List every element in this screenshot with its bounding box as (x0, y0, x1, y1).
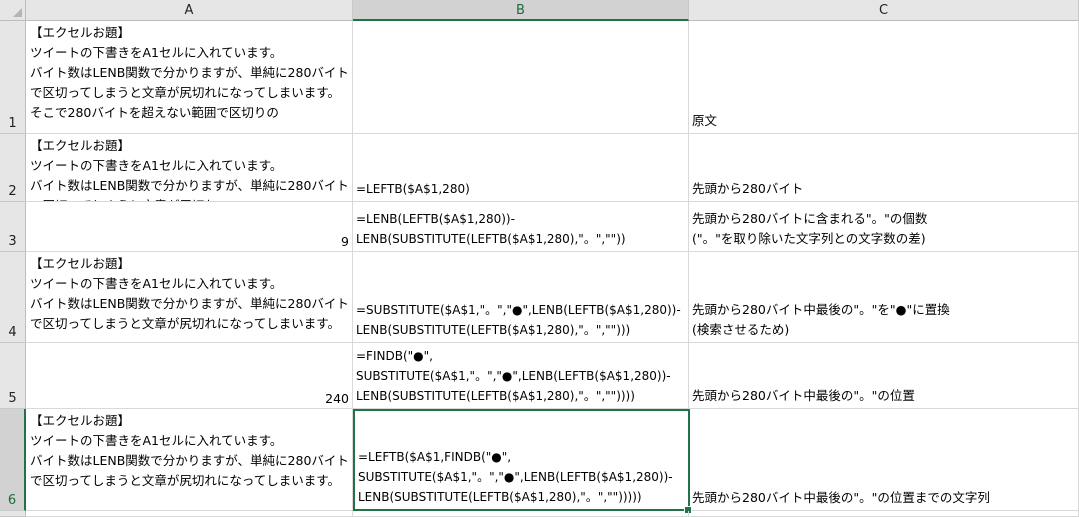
cell-text: 原文 (692, 113, 718, 128)
cell-c4[interactable]: 先頭から280バイト中最後の"。"を"●"に置換 (検索させるため) (689, 252, 1079, 343)
cell-text: 先頭から280バイト (692, 181, 804, 196)
row-number: 6 (7, 493, 17, 508)
row-header-7[interactable] (0, 511, 26, 517)
cell-b7[interactable] (353, 511, 689, 517)
cell-number: 9 (341, 234, 349, 249)
cell-a3[interactable]: 9 (26, 202, 353, 252)
row-header-3[interactable]: 3 (0, 202, 26, 252)
cell-b3[interactable]: =LENB(LEFTB($A$1,280))- LENB(SUBSTITUTE(… (353, 202, 689, 252)
cell-text: =LEFTB($A$1,280) (356, 182, 470, 196)
column-header-a[interactable]: A (26, 0, 353, 21)
cell-text: 先頭から280バイト中最後の"。"を"●"に置換 (検索させるため) (692, 302, 950, 337)
cell-c7[interactable] (689, 511, 1079, 517)
cell-a7[interactable] (26, 511, 353, 517)
cell-b4[interactable]: =SUBSTITUTE($A$1,"。","●",LENB(LEFTB($A$1… (353, 252, 689, 343)
row-header-2[interactable]: 2 (0, 134, 26, 202)
cell-text: 【エクセルお題】 ツイートの下書きをA1セルに入れています。 バイト数はLENB… (30, 256, 349, 331)
row-number: 3 (8, 234, 17, 249)
cell-c6[interactable]: 先頭から280バイト中最後の"。"の位置までの文字列 (689, 409, 1079, 511)
cell-a1[interactable]: 【エクセルお題】 ツイートの下書きをA1セルに入れています。 バイト数はLENB… (26, 21, 353, 134)
spreadsheet: A B C 1 2 3 4 5 6 【エクセルお題】 ツイートの下書きをA1セル… (0, 0, 1079, 517)
cell-b1[interactable] (353, 21, 689, 134)
row-number: 2 (8, 184, 17, 199)
row-header-1[interactable]: 1 (0, 21, 26, 134)
cell-text: 【エクセルお題】 ツイートの下書きをA1セルに入れています。 バイト数はLENB… (30, 25, 349, 120)
cell-b6-selected[interactable]: =LEFTB($A$1,FINDB("●", SUBSTITUTE($A$1,"… (353, 409, 690, 511)
cell-text: 先頭から280バイト中最後の"。"の位置までの文字列 (692, 490, 990, 505)
cell-a2[interactable]: 【エクセルお題】 ツイートの下書きをA1セルに入れています。 バイト数はLENB… (26, 134, 353, 202)
row-number: 5 (8, 391, 17, 406)
column-header-c[interactable]: C (689, 0, 1079, 21)
select-all-button[interactable] (0, 0, 26, 21)
row-header-6[interactable]: 6 (0, 409, 26, 511)
cell-b2[interactable]: =LEFTB($A$1,280) (353, 134, 689, 202)
cell-text: 【エクセルお題】 ツイートの下書きをA1セルに入れています。 バイト数はLENB… (30, 413, 349, 488)
cell-c1[interactable]: 原文 (689, 21, 1079, 134)
cell-text: =FINDB("●", SUBSTITUTE($A$1,"。","●",LENB… (356, 349, 671, 403)
cell-text: 【エクセルお題】 ツイートの下書きをA1セルに入れています。 バイト数はLENB… (30, 138, 349, 201)
cell-b5[interactable]: =FINDB("●", SUBSTITUTE($A$1,"。","●",LENB… (353, 343, 689, 409)
cell-c2[interactable]: 先頭から280バイト (689, 134, 1079, 202)
row-number: 1 (8, 116, 17, 131)
cell-text: =LENB(LEFTB($A$1,280))- LENB(SUBSTITUTE(… (356, 212, 626, 246)
cell-a4[interactable]: 【エクセルお題】 ツイートの下書きをA1セルに入れています。 バイト数はLENB… (26, 252, 353, 343)
cell-text: 先頭から280バイト中最後の"。"の位置 (692, 388, 915, 403)
row-header-4[interactable]: 4 (0, 252, 26, 343)
cell-text: =SUBSTITUTE($A$1,"。","●",LENB(LEFTB($A$1… (356, 303, 681, 337)
row-number: 4 (8, 325, 17, 340)
cell-number: 240 (325, 391, 349, 406)
cell-text: =LEFTB($A$1,FINDB("●", SUBSTITUTE($A$1,"… (358, 450, 673, 504)
row-header-5[interactable]: 5 (0, 343, 26, 409)
cell-a6[interactable]: 【エクセルお題】 ツイートの下書きをA1セルに入れています。 バイト数はLENB… (26, 409, 353, 511)
cell-a5[interactable]: 240 (26, 343, 353, 409)
cell-c3[interactable]: 先頭から280バイトに含まれる"。"の個数 ("。"を取り除いた文字列との文字数… (689, 202, 1079, 252)
cell-text: 先頭から280バイトに含まれる"。"の個数 ("。"を取り除いた文字列との文字数… (692, 211, 928, 246)
cell-c5[interactable]: 先頭から280バイト中最後の"。"の位置 (689, 343, 1079, 409)
column-header-b[interactable]: B (353, 0, 689, 21)
